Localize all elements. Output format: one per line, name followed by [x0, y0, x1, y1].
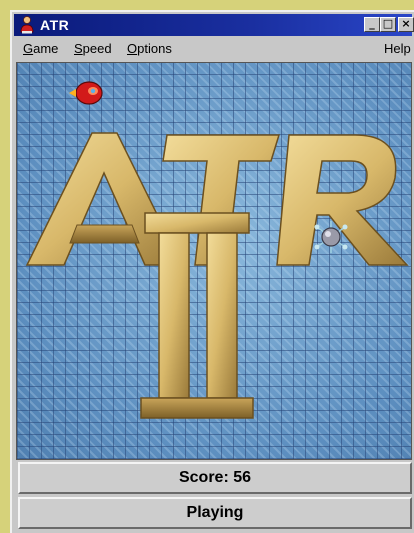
game-playfield[interactable]	[16, 62, 412, 460]
game-window: ATR _ □ × Game Speed Options Help Score:…	[10, 10, 414, 533]
app-person-icon	[20, 16, 34, 34]
player-ship-icon	[69, 81, 103, 105]
menu-help[interactable]: Help	[384, 41, 411, 56]
menu-speed[interactable]: Speed	[74, 41, 112, 56]
menu-bar: Game Speed Options Help	[14, 38, 412, 60]
maximize-button[interactable]: □	[380, 17, 396, 32]
minimize-icon: _	[369, 17, 375, 30]
status-text: Playing	[186, 504, 244, 521]
menu-options[interactable]: Options	[127, 41, 172, 56]
close-button[interactable]: ×	[398, 17, 414, 32]
title-bar[interactable]: ATR _ □ ×	[14, 14, 414, 36]
maximize-icon: □	[382, 17, 394, 30]
score-text: Score: 56	[178, 469, 252, 486]
minimize-button[interactable]: _	[364, 17, 380, 32]
close-icon: ×	[401, 17, 411, 30]
status-panel: Playing	[18, 497, 412, 529]
menu-game[interactable]: Game	[23, 41, 58, 56]
score-panel: Score: 56	[18, 462, 412, 494]
window-title: ATR	[40, 17, 70, 33]
game-logo	[25, 81, 409, 419]
